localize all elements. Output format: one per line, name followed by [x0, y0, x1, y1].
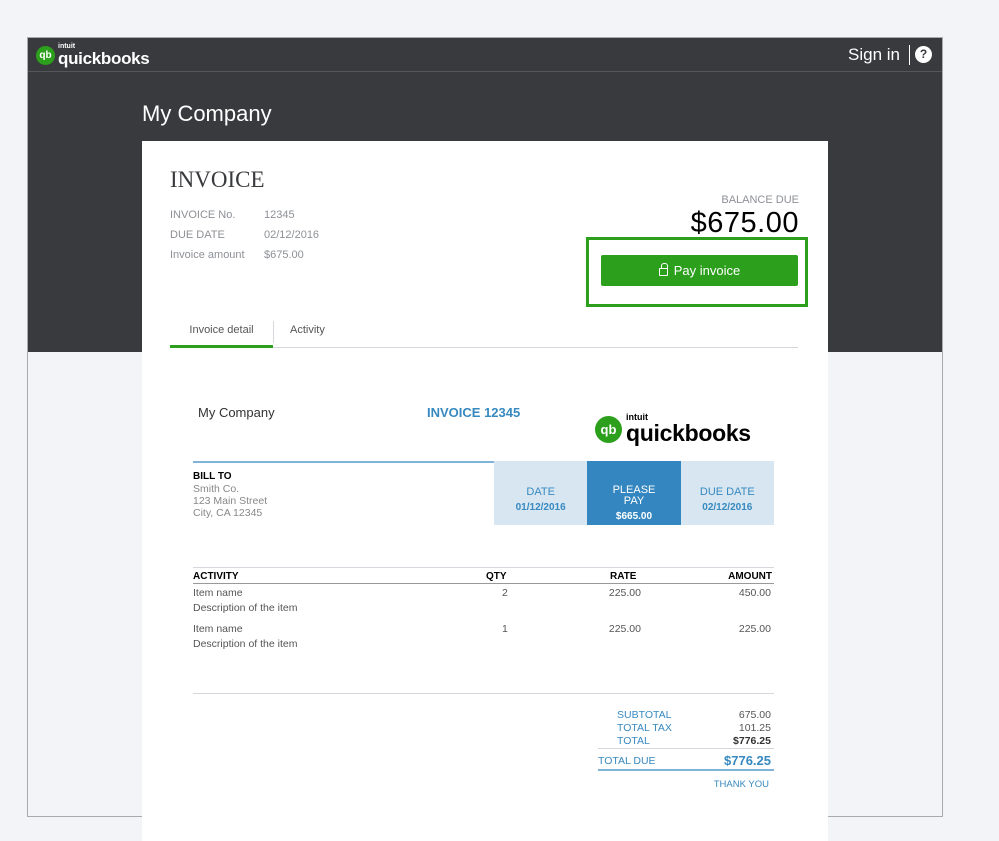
invoice-heading: INVOICE — [170, 167, 265, 192]
total-due-label: TOTAL DUE — [598, 755, 656, 767]
qb-logo-icon: qb — [595, 415, 622, 443]
item-amount: 225.00 — [738, 623, 771, 635]
item-qty: 1 — [502, 623, 508, 635]
divider — [909, 45, 910, 65]
total-due: $776.25 — [724, 753, 771, 768]
due-date-cell: DUE DATE 02/12/2016 — [680, 461, 774, 525]
bill-to-address: Smith Co. 123 Main Street City, CA 12345 — [193, 483, 267, 519]
date-value: 01/12/2016 — [515, 502, 566, 513]
lock-icon — [658, 263, 668, 276]
item-name: Item name — [193, 623, 243, 635]
col-activity: ACTIVITY — [193, 571, 239, 582]
due-date-label: DUE DATE — [170, 229, 225, 241]
pay-invoice-label: Pay invoice — [673, 263, 741, 278]
due-date-label: DUE DATE — [699, 486, 755, 498]
item-rate: 225.00 — [608, 623, 641, 635]
invoice-no: 12345 — [264, 209, 295, 221]
thank-you: THANK YOU — [713, 779, 769, 790]
balance-due-label: BALANCE DUE — [721, 194, 799, 206]
top-bar: qb intuit quickbooks Sign in ? — [28, 38, 942, 72]
table-top-rule — [193, 567, 774, 568]
item-amount: 450.00 — [738, 587, 771, 599]
col-rate: RATE — [610, 571, 637, 582]
tax-label: TOTAL TAX — [617, 722, 672, 734]
bill-to-line: 123 Main Street — [193, 495, 268, 507]
item-rate: 225.00 — [608, 587, 641, 599]
please-pay-value: $665.00 — [615, 511, 653, 522]
help-icon[interactable]: ? — [915, 46, 932, 63]
totals-rule — [193, 693, 774, 694]
invoice-amount-label: Invoice amount — [170, 249, 245, 261]
tab-invoice-detail[interactable]: Invoice detail — [170, 324, 273, 348]
date-cells: DATE 01/12/2016 PLEASE PAY $665.00 DUE DATE… — [494, 461, 774, 525]
tabs: Invoice detail Activity — [170, 317, 798, 348]
total-label: TOTAL — [617, 735, 650, 747]
due-date: 02/12/2016 — [264, 229, 320, 241]
due-date-value: 02/12/2016 — [702, 502, 753, 513]
total-rule — [598, 748, 774, 749]
company-name: My Company — [142, 101, 272, 126]
doc-quickbooks-logo: qb intuit quickbooks — [595, 413, 751, 445]
logo-quickbooks: quickbooks — [58, 49, 150, 68]
item-qty: 2 — [502, 587, 508, 599]
invoice-amount: $675.00 — [264, 249, 304, 261]
tab-divider — [273, 321, 274, 343]
logo-quickbooks: quickbooks — [626, 420, 751, 446]
date-label: DATE — [526, 486, 555, 498]
item-name: Item name — [193, 587, 243, 599]
tab-activity[interactable]: Activity — [290, 324, 325, 336]
balance-due: $675.00 — [690, 207, 799, 239]
item-desc: Description of the item — [193, 638, 298, 650]
subtotal: 675.00 — [738, 709, 771, 721]
qb-logo-icon: qb — [36, 45, 55, 65]
total-due-rule — [598, 769, 774, 771]
doc-invoice-title: INVOICE 12345 — [427, 405, 521, 420]
bill-to-line: City, CA 12345 — [193, 507, 263, 519]
total: $776.25 — [733, 735, 771, 747]
please-pay-label: PAY — [623, 495, 645, 507]
invoice-card: INVOICE INVOICE No. 12345 DUE DATE 02/12… — [142, 141, 828, 841]
subtotal-label: SUBTOTAL — [617, 709, 672, 721]
col-amount: AMOUNT — [728, 571, 772, 582]
sign-in-link[interactable]: Sign in — [848, 45, 900, 65]
pay-invoice-button[interactable]: Pay invoice — [601, 255, 798, 286]
quickbooks-logo[interactable]: qb intuit quickbooks — [36, 43, 150, 68]
item-desc: Description of the item — [193, 602, 298, 614]
doc-company: My Company — [198, 405, 275, 420]
invoice-no-label: INVOICE No. — [170, 209, 236, 221]
tax: 101.25 — [738, 722, 771, 734]
bill-to-label: BILL TO — [193, 471, 232, 482]
date-cell: DATE 01/12/2016 — [494, 461, 588, 525]
bill-to-line: Smith Co. — [193, 483, 240, 495]
browser-frame: qb intuit quickbooks Sign in ? My Company… — [27, 37, 943, 841]
table-header-rule — [193, 583, 774, 584]
col-qty: QTY — [486, 571, 507, 582]
please-pay-cell: PLEASE PAY $665.00 — [587, 461, 681, 525]
